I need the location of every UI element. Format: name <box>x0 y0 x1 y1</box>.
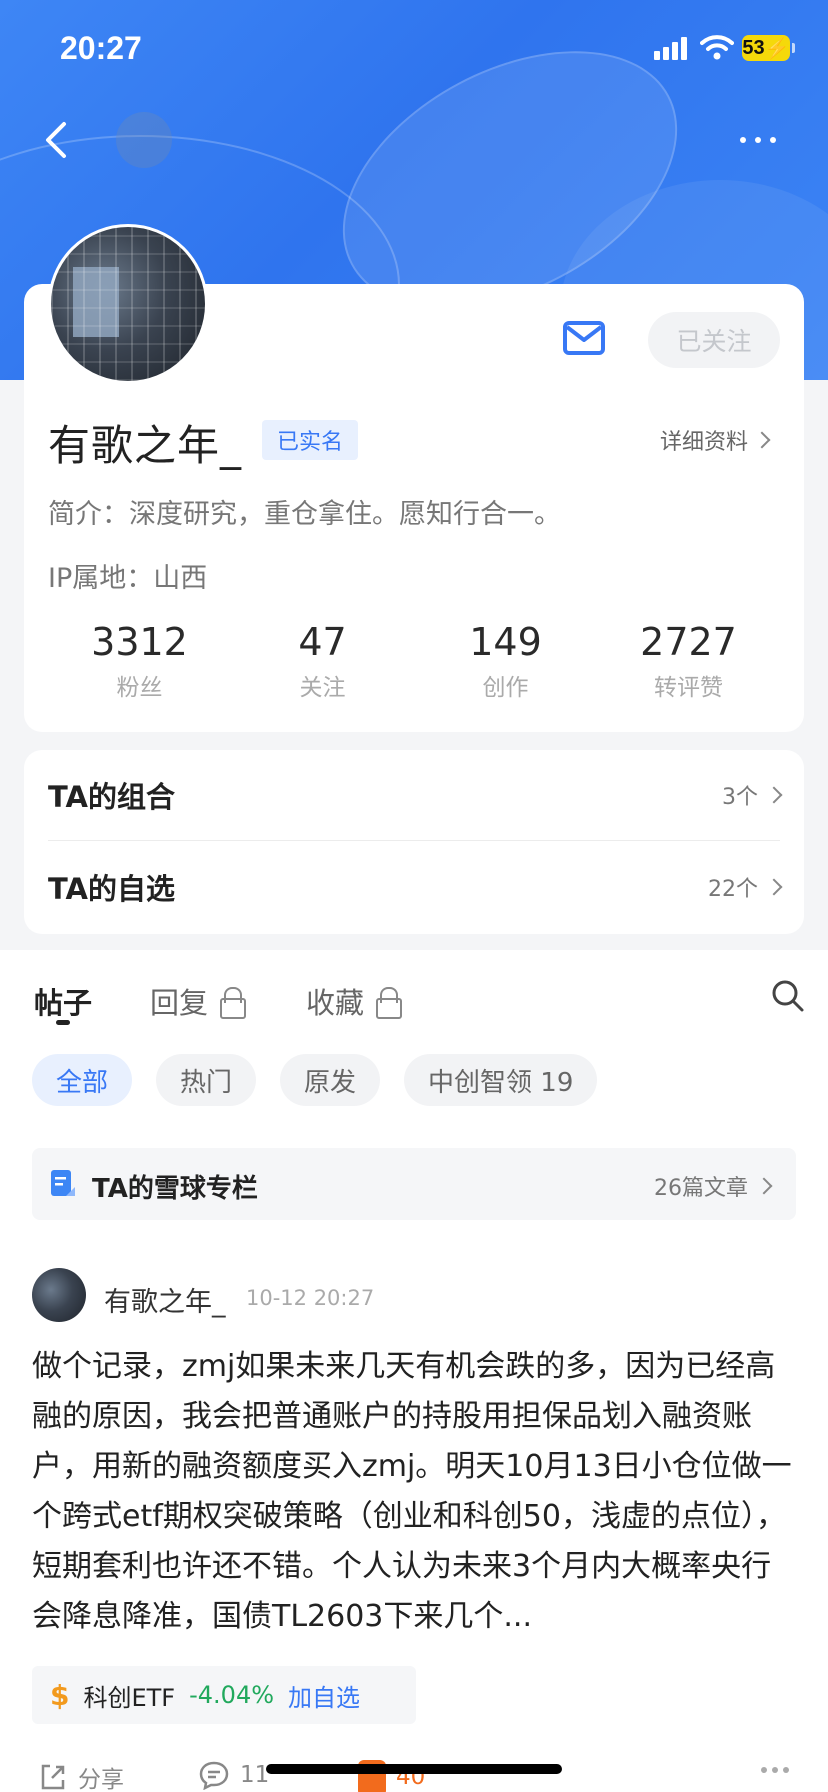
battery-icon: 53 ⚡ <box>742 35 790 61</box>
stat-value: 149 <box>469 620 542 664</box>
search-icon[interactable] <box>770 978 806 1014</box>
chevron-right-icon <box>765 878 783 896</box>
add-watchlist-button[interactable]: 加自选 <box>288 1678 360 1713</box>
chevron-right-icon <box>765 786 783 804</box>
profile-stats: 3312 粉丝 47 关注 149 创作 2727 转评赞 <box>48 620 780 701</box>
home-indicator <box>266 1764 562 1774</box>
share-label: 分享 <box>78 1767 124 1792</box>
filter-chip-topic[interactable]: 中创智领 19 <box>404 1054 598 1106</box>
comment-count: 11 <box>240 1762 270 1788</box>
tab-replies[interactable]: 回复 <box>150 980 247 1022</box>
comment-button[interactable]: 11 <box>198 1760 269 1790</box>
share-icon <box>41 1764 65 1790</box>
detail-profile-link[interactable]: 详细资料 <box>660 424 771 456</box>
post-author-avatar[interactable] <box>32 1268 86 1322</box>
column-link[interactable]: TA的雪球专栏 26篇文章 <box>32 1148 796 1220</box>
tab-posts[interactable]: 帖子 <box>34 980 92 1022</box>
wifi-icon <box>700 35 734 60</box>
column-count: 26篇文章 <box>654 1170 773 1202</box>
stock-tag[interactable]: $ 科创ETF -4.04% 加自选 <box>32 1666 416 1724</box>
active-tab-indicator <box>56 1020 70 1025</box>
stat-creations[interactable]: 149 创作 <box>414 620 597 701</box>
stat-value: 47 <box>298 620 347 664</box>
post-more-icon[interactable] <box>760 1766 790 1774</box>
ip-location: IP属地：山西 <box>48 563 208 594</box>
header-mini-avatar <box>116 112 172 168</box>
divider <box>48 840 780 841</box>
tab-replies-label: 回复 <box>150 986 209 1020</box>
chevron-right-icon <box>755 1177 773 1195</box>
stat-label: 转评赞 <box>654 675 723 701</box>
stat-label: 粉丝 <box>116 675 163 701</box>
post-actions: 分享 11 40 <box>0 1756 828 1792</box>
ta-watchlist-count-text: 22个 <box>708 877 758 902</box>
ta-watchlist-row[interactable]: TA的自选 22个 <box>48 842 783 932</box>
share-button[interactable]: 分享 <box>38 1760 124 1792</box>
verified-badge: 已实名 <box>262 420 358 460</box>
ta-portfolio-count-text: 3个 <box>722 785 758 810</box>
chevron-right-icon <box>753 431 771 449</box>
user-bio: 简介：深度研究，重仓拿住。愿知行合一。 <box>48 499 561 530</box>
column-count-text: 26篇文章 <box>654 1176 748 1201</box>
post-body[interactable]: 做个记录，zmj如果未来几天有机会跌的多，因为已经高融的原因，我会把普通账户的持… <box>32 1342 800 1642</box>
posts-feed: 帖子 回复 收藏 全部 热门 原发 中创智领 19 TA的雪球专栏 26篇文章 … <box>0 950 828 1792</box>
lock-icon <box>376 987 403 1019</box>
stock-change: -4.04% <box>189 1681 275 1709</box>
post-time: 10-12 20:27 <box>246 1286 375 1310</box>
message-mail-icon[interactable] <box>560 314 608 362</box>
tab-favorites-label: 收藏 <box>306 986 365 1020</box>
stat-following[interactable]: 47 关注 <box>231 620 414 701</box>
detail-profile-label: 详细资料 <box>660 430 749 455</box>
more-options-icon[interactable] <box>738 130 778 150</box>
stat-value: 3312 <box>91 620 188 664</box>
status-bar: 20:27 53 ⚡ <box>0 0 828 100</box>
stat-label: 创作 <box>482 675 529 701</box>
tab-posts-label: 帖子 <box>34 986 93 1020</box>
article-icon <box>51 1170 75 1196</box>
status-time: 20:27 <box>60 30 142 66</box>
battery-tip <box>792 43 795 53</box>
stat-value: 2727 <box>640 620 737 664</box>
filter-chip-original[interactable]: 原发 <box>280 1054 381 1106</box>
ta-portfolio-count: 3个 <box>722 779 783 811</box>
column-title: TA的雪球专栏 <box>92 1174 258 1204</box>
comment-icon <box>199 1761 229 1790</box>
ta-portfolio-title: TA的组合 <box>48 780 175 814</box>
user-avatar[interactable] <box>48 224 208 384</box>
filter-chips: 全部 热门 原发 中创智领 19 <box>32 1054 598 1106</box>
tab-favorites[interactable]: 收藏 <box>306 980 403 1022</box>
ta-watchlist-title: TA的自选 <box>48 872 175 906</box>
stat-followers[interactable]: 3312 粉丝 <box>48 620 231 701</box>
stat-interactions[interactable]: 2727 转评赞 <box>597 620 780 701</box>
user-name: 有歌之年_ <box>48 421 243 470</box>
filter-chip-all[interactable]: 全部 <box>32 1054 133 1106</box>
post-author-name[interactable]: 有歌之年_ <box>104 1280 226 1319</box>
back-arrow-icon[interactable] <box>38 118 74 162</box>
filter-chip-hot[interactable]: 热门 <box>156 1054 257 1106</box>
stock-name: 科创ETF <box>83 1683 176 1712</box>
ta-watchlist-count: 22个 <box>708 871 783 903</box>
stat-label: 关注 <box>299 675 346 701</box>
ta-links-card: TA的组合 3个 TA的自选 22个 <box>24 750 804 934</box>
lock-icon <box>220 987 247 1019</box>
follow-button[interactable]: 已关注 <box>648 312 780 368</box>
cellular-signal-icon <box>654 36 690 60</box>
dollar-icon: $ <box>50 1678 70 1712</box>
battery-level: 53 <box>742 36 765 59</box>
ta-portfolio-row[interactable]: TA的组合 3个 <box>48 750 783 840</box>
